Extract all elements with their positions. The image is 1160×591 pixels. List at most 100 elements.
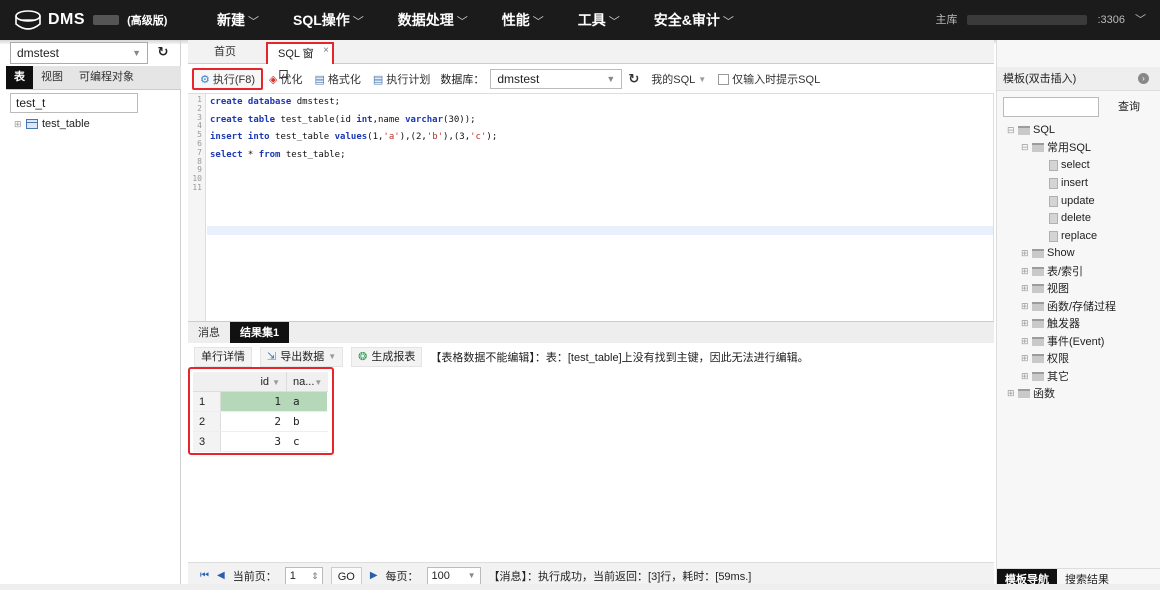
tab-result-set-1[interactable]: 结果集1 — [230, 322, 290, 343]
expand-icon[interactable]: ⊞ — [1021, 371, 1029, 382]
checkbox-icon[interactable] — [718, 73, 730, 85]
tree-leaf-replace[interactable]: replace — [1049, 228, 1097, 244]
table-filter-input[interactable]: test_t — [10, 93, 138, 113]
collapse-icon[interactable]: ⊟ — [1007, 125, 1015, 136]
tree-node-functions[interactable]: ⊞ 函数 — [1007, 385, 1055, 401]
template-panel: 模板(双击插入) › 查询 ⊟ SQL ⊟ 常用SQL select insert … — [996, 40, 1160, 590]
row-number-header — [193, 372, 221, 391]
tab-messages[interactable]: 消息 — [188, 322, 230, 343]
go-button[interactable]: GO — [330, 566, 362, 585]
my-sql-button[interactable]: 我的SQL ▼ — [645, 68, 712, 90]
collapse-icon[interactable]: › — [1138, 73, 1149, 84]
expand-icon[interactable]: ⊞ — [14, 119, 22, 130]
tab-programmable[interactable]: 可编程对象 — [71, 66, 142, 89]
execute-button[interactable]: ⚙ 执行(F8) — [192, 68, 264, 90]
expand-icon[interactable]: ⊞ — [1021, 301, 1029, 312]
tree-node-privilege[interactable]: ⊞ 权限 — [1021, 350, 1069, 366]
tree-node-other[interactable]: ⊞ 其它 — [1021, 368, 1069, 384]
query-button[interactable]: 查询 — [1105, 97, 1153, 117]
table-row[interactable]: 2 2 b — [193, 412, 328, 432]
plan-icon: ▤ — [372, 73, 384, 86]
sql-editor[interactable]: 1 2 3 4 5 6 7 8 9 10 11 create database dmstest; c… — [188, 93, 994, 340]
optimize-button[interactable]: ◈ 优化 — [263, 68, 308, 90]
close-icon[interactable]: × — [323, 40, 329, 61]
refresh-icon[interactable]: ↻ — [622, 68, 645, 90]
chevron-down-icon: ﹀ — [456, 16, 468, 28]
expand-icon[interactable]: ⊞ — [1021, 318, 1029, 329]
dropdown-arrow-icon: ▼ — [698, 74, 707, 84]
nav-tools[interactable]: 工具 ﹀ — [561, 0, 637, 40]
sql-code[interactable]: create database dmstest; create table te… — [210, 96, 497, 166]
tree-leaf-update[interactable]: update — [1049, 193, 1095, 209]
expand-icon[interactable]: ⊞ — [1021, 283, 1029, 294]
tree-node-trigger[interactable]: ⊞ 触发器 — [1021, 315, 1080, 331]
folder-icon — [1032, 248, 1044, 258]
dropdown-arrow-icon: ▼ — [328, 352, 337, 361]
tree-leaf-insert[interactable]: insert — [1049, 175, 1088, 191]
template-search-input[interactable] — [1003, 97, 1099, 117]
table-tree-item[interactable]: ⊞ test_table — [14, 118, 90, 130]
format-icon: ▤ — [314, 73, 325, 86]
tree-node-sql[interactable]: ⊟ SQL — [1007, 122, 1055, 138]
nav-data-processing[interactable]: 数据处理 ﹀ — [381, 0, 485, 40]
port-label: :3306 — [1097, 14, 1125, 26]
export-data-button[interactable]: ⇲ 导出数据 ▼ — [260, 347, 344, 367]
instance-info[interactable]: 主库 :3306 ﹀ — [935, 0, 1146, 40]
tab-views[interactable]: 视图 — [33, 66, 71, 89]
expand-icon[interactable]: ⊞ — [1021, 353, 1029, 364]
tree-node-event[interactable]: ⊞ 事件(Event) — [1021, 333, 1104, 349]
current-page-input[interactable]: 1 ⇕ — [284, 566, 323, 585]
tab-home[interactable]: 首页 — [204, 42, 246, 64]
edit-notice: 【表格数据不能编辑】：表：[test_table]上没有找到主键，因此无法进行编… — [430, 352, 809, 364]
dropdown-arrow-icon: ▼ — [132, 48, 141, 58]
tab-sql-window[interactable]: SQL 窗口 × — [266, 40, 334, 81]
expand-icon[interactable]: ⊞ — [1021, 266, 1029, 277]
refresh-icon[interactable]: ↻ — [154, 43, 172, 61]
nav-performance[interactable]: 性能 ﹀ — [485, 0, 561, 40]
prev-page-icon[interactable]: ◀ — [217, 570, 225, 581]
report-icon: ❂ — [358, 351, 368, 363]
nav-security-audit[interactable]: 安全&审计 ﹀ — [637, 0, 751, 40]
dms-logo-icon — [15, 10, 41, 30]
top-bar: DMS (高级版) 新建 ﹀ SQL操作 ﹀ 数据处理 ﹀ 性能 ﹀ 工具 ﹀ 安全&审计… — [0, 0, 1160, 40]
next-page-icon[interactable]: ▶ — [370, 570, 378, 581]
tree-leaf-select[interactable]: select — [1049, 157, 1090, 173]
database-select[interactable]: dmstest ▼ — [10, 42, 148, 64]
tab-tables[interactable]: 表 — [6, 66, 33, 89]
line-number-gutter: 1 2 3 4 5 6 7 8 9 10 11 — [188, 94, 206, 339]
sql-toolbar: ⚙ 执行(F8) ◈ 优化 ▤ 格式化 ▤ 执行计划 数据库： dmstest … — [188, 67, 994, 91]
table-row[interactable]: 1 1 a — [193, 392, 328, 412]
first-page-icon[interactable]: ⏮ — [200, 570, 209, 581]
column-menu-icon[interactable]: ▼ — [314, 378, 322, 387]
tree-node-table-index[interactable]: ⊞ 表/索引 — [1021, 263, 1083, 279]
generate-report-button[interactable]: ❂ 生成报表 — [351, 347, 423, 367]
horizontal-scrollbar[interactable] — [0, 584, 1160, 590]
column-header-id[interactable]: id ▼ — [221, 372, 287, 391]
folder-icon — [1018, 388, 1030, 398]
sql-database-select[interactable]: dmstest ▼ — [490, 69, 623, 89]
format-button[interactable]: ▤ 格式化 — [309, 68, 367, 90]
result-grid[interactable]: id ▼ na...▼ 1 1 a 2 2 b 3 3 c — [193, 372, 328, 452]
expand-icon[interactable]: ⊞ — [1021, 248, 1029, 259]
explain-plan-button[interactable]: ▤ 执行计划 — [367, 68, 436, 90]
stepper-icon[interactable]: ⇕ — [311, 568, 319, 584]
per-page-select[interactable]: 100 ▼ — [426, 566, 481, 585]
tree-node-common-sql[interactable]: ⊟ 常用SQL — [1021, 139, 1091, 155]
column-header-name[interactable]: na...▼ — [287, 372, 327, 391]
expand-icon[interactable]: ⊞ — [1007, 388, 1015, 399]
row-detail-button[interactable]: 单行详情 — [194, 347, 252, 367]
column-menu-icon[interactable]: ▼ — [272, 378, 280, 387]
nav-new[interactable]: 新建 ﹀ — [200, 0, 276, 40]
tree-node-show[interactable]: ⊞ Show — [1021, 245, 1075, 261]
expand-icon[interactable]: ⊞ — [1021, 336, 1029, 347]
hint-only-checkbox[interactable]: 仅输入时提示SQL — [712, 68, 826, 90]
tree-leaf-delete[interactable]: delete — [1049, 210, 1091, 226]
table-row[interactable]: 3 3 c — [193, 432, 328, 452]
tree-node-func-proc[interactable]: ⊞ 函数/存储过程 — [1021, 298, 1116, 314]
logo[interactable]: DMS (高级版) — [14, 8, 167, 32]
collapse-icon[interactable]: ⊟ — [1021, 142, 1029, 153]
chevron-down-icon: ﹀ — [532, 16, 544, 28]
folder-icon — [1032, 301, 1044, 311]
tree-node-view[interactable]: ⊞ 视图 — [1021, 280, 1069, 296]
nav-sql-ops[interactable]: SQL操作 ﹀ — [276, 0, 381, 40]
